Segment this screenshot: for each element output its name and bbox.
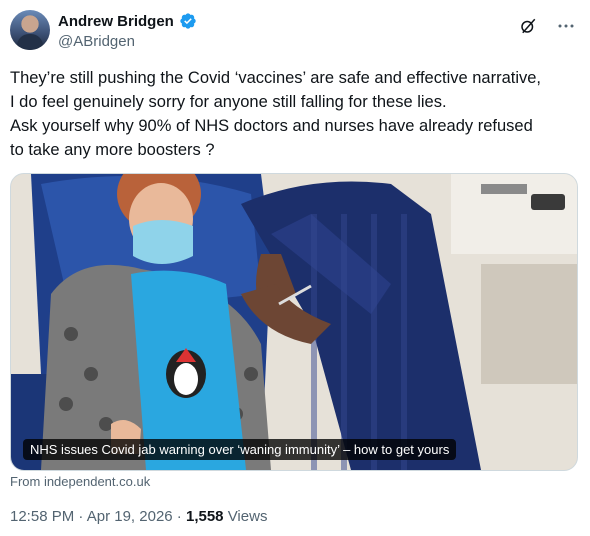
grok-slash-circle-icon[interactable] [518,16,538,36]
avatar[interactable] [10,10,50,50]
author-handle[interactable]: @ABridgen [58,33,135,50]
meta-separator: · [74,508,87,525]
author-display-name[interactable]: Andrew Bridgen [58,13,174,30]
views-label: Views [223,508,268,525]
tweet-text-line: They’re still pushing the Covid ‘vaccine… [10,69,542,87]
meta-separator: · [172,508,186,525]
tweet-text-line: Ask yourself why 90% of NHS doctors and … [10,117,533,135]
tweet-time[interactable]: 12:58 PM [10,508,74,525]
tweet-date[interactable]: Apr 19, 2026 [87,508,173,525]
tweet-top-actions [518,16,576,36]
tweet-text: They’re still pushing the Covid ‘vaccine… [10,66,580,162]
tweet-text-line: to take any more boosters ? [10,141,215,159]
link-card-image[interactable]: NHS issues Covid jab warning over ‘wanin… [10,173,578,471]
vaccination-photo [11,174,577,470]
link-source[interactable]: From independent.co.uk [10,474,150,489]
views-count: 1,558 [185,508,224,525]
verified-badge-icon [179,12,197,30]
link-card-title: NHS issues Covid jab warning over ‘wanin… [23,439,457,460]
more-dots-icon[interactable] [556,16,576,36]
tweet-text-line: I do feel genuinely sorry for anyone sti… [10,93,447,111]
author-name-row: Andrew Bridgen [58,12,197,30]
tweet-meta: 12:58 PM · Apr 19, 2026 · 1,558 Views [10,508,267,525]
